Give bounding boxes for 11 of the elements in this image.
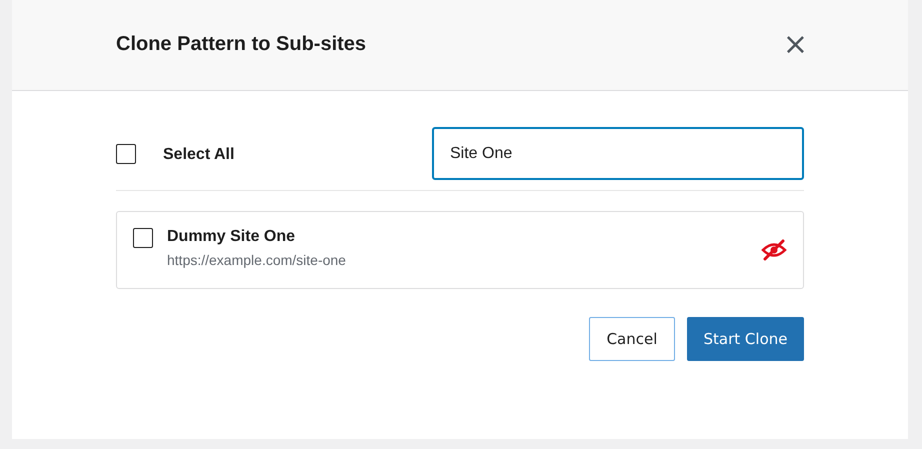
site-url: https://example.com/site-one [167, 252, 347, 268]
eye-slash-icon[interactable] [761, 239, 787, 261]
close-button[interactable]: × [782, 30, 808, 60]
site-name: Dummy Site One [167, 228, 296, 246]
site-checkbox[interactable] [133, 228, 153, 248]
search-field[interactable]: Site One [432, 127, 804, 180]
dialog-title: Clone Pattern to Sub-sites [116, 32, 366, 56]
select-all-label: Select All [163, 146, 234, 164]
start-button[interactable]: Start Clone [687, 317, 804, 361]
select-all-checkbox[interactable] [116, 144, 136, 164]
cancel-button[interactable]: Cancel [589, 317, 675, 361]
